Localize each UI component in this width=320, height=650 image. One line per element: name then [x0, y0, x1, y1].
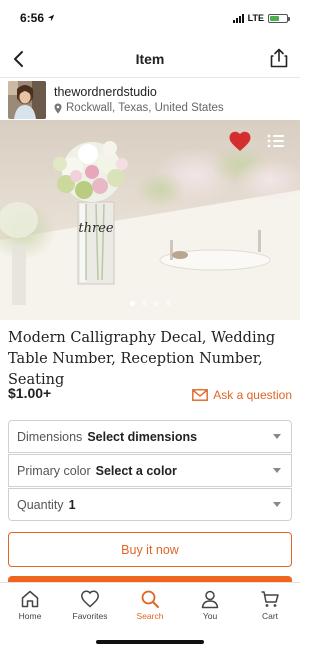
carousel-dot[interactable] [153, 301, 159, 306]
carousel-dot[interactable] [165, 301, 171, 306]
caret-down-icon [273, 468, 281, 473]
status-bar: 6:56 LTE [0, 0, 300, 36]
carousel-dot[interactable] [129, 301, 135, 306]
location-pin-icon [54, 103, 62, 113]
signal-icon [232, 13, 244, 23]
quantity-label: Quantity [17, 497, 64, 512]
collections-list-icon[interactable] [266, 132, 286, 150]
buy-now-button[interactable]: Buy it now [8, 532, 292, 567]
color-select[interactable]: Primary color Select a color [8, 454, 292, 487]
caret-down-icon [273, 502, 281, 507]
tab-favorites-label: Favorites [72, 611, 108, 621]
color-label: Primary color [17, 463, 91, 478]
heart-icon [81, 590, 99, 608]
shop-row[interactable]: thewordnerdstudio Rockwall, Texas, Unite… [0, 80, 300, 120]
color-value: Select a color [95, 463, 177, 478]
dimensions-label: Dimensions [17, 429, 83, 444]
tab-home[interactable]: Home [2, 589, 58, 621]
shop-location-text: Rockwall, Texas, United States [66, 102, 224, 114]
listing-photo: three [0, 120, 300, 320]
search-icon [141, 590, 159, 608]
home-icon [21, 590, 39, 608]
back-button[interactable] [8, 48, 30, 70]
tab-search[interactable]: Search [122, 589, 178, 621]
dimensions-value: Select dimensions [87, 429, 198, 444]
chevron-left-icon [14, 51, 23, 67]
tab-favorites[interactable]: Favorites [62, 589, 118, 621]
tab-you[interactable]: You [182, 589, 238, 621]
caret-down-icon [273, 434, 281, 439]
dimensions-select[interactable]: Dimensions Select dimensions [8, 420, 292, 453]
page-title: Item [135, 50, 165, 67]
quantity-select[interactable]: Quantity 1 [8, 488, 292, 521]
shop-location: Rockwall, Texas, United States [54, 100, 224, 116]
tab-cart-label: Cart [261, 611, 279, 621]
network-label: LTE [247, 13, 264, 23]
share-button[interactable] [268, 47, 290, 69]
share-icon [270, 48, 288, 68]
favorite-heart-icon[interactable] [228, 130, 252, 152]
listing-price: $1.00+ [8, 385, 52, 401]
nav-bar: Item [0, 40, 300, 78]
home-indicator [96, 640, 204, 644]
status-time: 6:56 [20, 11, 45, 25]
envelope-icon [192, 389, 209, 401]
cart-icon [261, 591, 279, 607]
user-icon [201, 590, 219, 609]
ask-question-label: Ask a question [213, 388, 292, 402]
shop-avatar[interactable] [8, 81, 46, 119]
tab-cart[interactable]: Cart [242, 589, 298, 621]
tab-home-label: Home [18, 611, 42, 621]
shop-name[interactable]: thewordnerdstudio [54, 84, 224, 100]
ask-question-link[interactable]: Ask a question [192, 388, 292, 402]
vase-label-text: three [78, 221, 114, 236]
listing-image-carousel[interactable]: three [0, 120, 300, 320]
battery-icon [268, 13, 290, 23]
carousel-dot[interactable] [141, 301, 147, 306]
tab-you-label: You [202, 611, 218, 621]
carousel-dots [0, 301, 300, 306]
listing-title: Modern Calligraphy Decal, Wedding Table … [8, 330, 276, 388]
quantity-value: 1 [68, 497, 76, 512]
location-arrow-icon [47, 14, 55, 22]
tab-search-label: Search [136, 611, 164, 621]
